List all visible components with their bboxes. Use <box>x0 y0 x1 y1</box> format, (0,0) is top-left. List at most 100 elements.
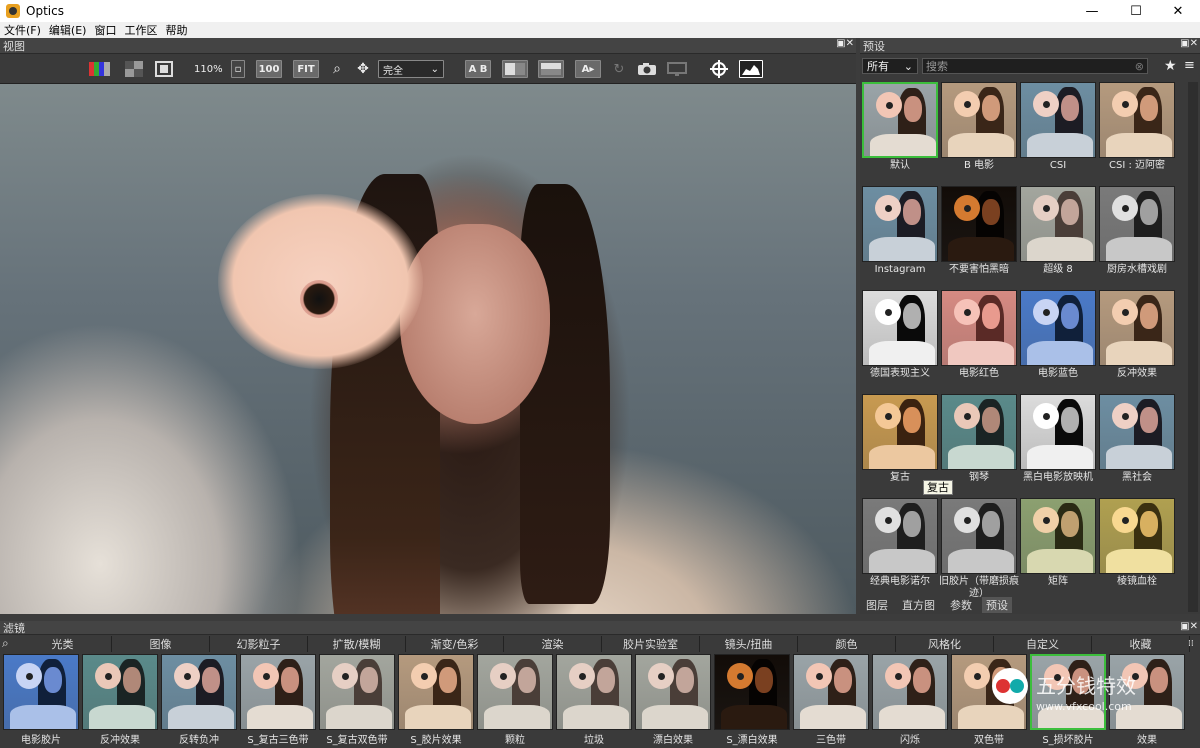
filter-thumbnail[interactable] <box>319 654 395 730</box>
menu-window[interactable]: 窗口 <box>90 22 120 38</box>
thumbnail-image <box>1021 395 1095 469</box>
filter-category-tab[interactable]: 颜色 <box>798 636 896 652</box>
filter-thumbnail[interactable] <box>398 654 474 730</box>
preset-thumbnail[interactable] <box>1099 186 1175 262</box>
title-bar: Optics — ☐ ✕ <box>0 0 1200 22</box>
menu-edit[interactable]: 编辑(E) <box>45 22 91 38</box>
split-horizontal-icon[interactable] <box>538 60 564 78</box>
favorite-star-icon[interactable]: ★ <box>1164 58 1177 74</box>
zoom-level[interactable]: 110% <box>194 60 223 78</box>
preset-thumbnail[interactable] <box>862 186 938 262</box>
checkerboard-icon[interactable] <box>124 60 144 78</box>
preset-thumbnail[interactable] <box>1020 186 1096 262</box>
thumbnail-image <box>1021 83 1095 157</box>
filter-thumbnail[interactable] <box>161 654 237 730</box>
menu-bar: 文件(F) 编辑(E) 窗口 工作区 帮助 <box>0 22 1200 38</box>
filter-thumbnail[interactable] <box>82 654 158 730</box>
preset-thumbnail[interactable] <box>1099 394 1175 470</box>
panel-float-close-icon[interactable]: ▣✕ <box>836 38 854 49</box>
text-overlay-icon[interactable]: A▸ <box>575 60 601 78</box>
preset-thumbnail[interactable] <box>941 498 1017 574</box>
filter-thumbnail[interactable] <box>714 654 790 730</box>
tab-histogram[interactable]: 直方图 <box>898 597 939 613</box>
menu-help[interactable]: 帮助 <box>161 22 191 38</box>
list-menu-icon[interactable]: ≡ <box>1184 58 1195 73</box>
split-vertical-icon[interactable] <box>502 60 528 78</box>
preset-thumbnail[interactable] <box>862 290 938 366</box>
filter-thumbnail[interactable] <box>872 654 948 730</box>
preset-thumbnail[interactable] <box>862 82 938 158</box>
maximize-button[interactable]: ☐ <box>1114 0 1158 22</box>
image-canvas[interactable] <box>0 84 856 614</box>
preset-thumbnail[interactable] <box>941 186 1017 262</box>
zoom-100-button[interactable]: 100 <box>256 60 282 78</box>
watermark-url: www.vfxcool.com <box>1036 700 1132 713</box>
filter-category-tab[interactable]: 光类 <box>14 636 112 652</box>
preset-thumbnail[interactable] <box>941 394 1017 470</box>
crosshair-icon[interactable] <box>708 60 730 78</box>
app-icon <box>6 4 20 18</box>
filter-category-tab[interactable]: 图像 <box>112 636 210 652</box>
filter-category-tab[interactable]: 风格化 <box>896 636 994 652</box>
filter-category-tab[interactable]: 幻影粒子 <box>210 636 308 652</box>
filter-thumbnail[interactable] <box>793 654 869 730</box>
color-channels-icon[interactable] <box>88 60 112 78</box>
preset-thumbnail[interactable] <box>1020 394 1096 470</box>
filter-thumbnail[interactable] <box>635 654 711 730</box>
search-icon[interactable]: ⌕ <box>328 60 346 78</box>
monitor-icon[interactable] <box>666 60 688 78</box>
preset-thumbnail[interactable] <box>1099 82 1175 158</box>
close-button[interactable]: ✕ <box>1156 0 1200 22</box>
preset-thumbnail[interactable] <box>1020 82 1096 158</box>
tab-presets[interactable]: 预设 <box>982 597 1012 613</box>
panel-float-close-icon[interactable]: ▣✕ <box>1180 621 1198 632</box>
move-icon[interactable]: ✥ <box>354 60 372 78</box>
filter-thumbnail[interactable] <box>3 654 79 730</box>
preset-category-select[interactable]: 所有 ⌄ <box>862 58 918 74</box>
minimize-button[interactable]: — <box>1070 0 1114 22</box>
filter-thumbnail[interactable] <box>240 654 316 730</box>
thumbnail-image <box>320 655 394 729</box>
tab-layers[interactable]: 图层 <box>862 597 892 613</box>
preset-thumbnail[interactable] <box>941 290 1017 366</box>
preset-thumbnail[interactable] <box>1020 290 1096 366</box>
filter-category-tab[interactable]: 渐变/色彩 <box>406 636 504 652</box>
menu-file[interactable]: 文件(F) <box>0 22 45 38</box>
preset-thumbnail[interactable] <box>862 498 938 574</box>
watermark: 五分钱特效 www.vfxcool.com <box>990 666 1170 726</box>
filter-category-tab[interactable]: 收藏 <box>1092 636 1190 652</box>
preset-search-input[interactable]: 搜索 ⊗ <box>922 58 1148 74</box>
filter-category-tab[interactable]: 镜头/扭曲 <box>700 636 798 652</box>
search-icon[interactable]: ⌕ <box>2 636 9 651</box>
preset-label: 不要害怕黑暗 <box>949 264 1009 275</box>
thumbnail-image <box>1021 291 1095 365</box>
preset-thumbnail[interactable] <box>1099 498 1175 574</box>
filter-category-tab[interactable]: 渲染 <box>504 636 602 652</box>
filter-thumbnail[interactable] <box>477 654 553 730</box>
thumbnail-image <box>4 655 78 729</box>
thumbnail-image <box>1100 499 1174 573</box>
grid-view-icon[interactable]: ⁞⁞ <box>1188 639 1194 649</box>
panel-float-close-icon[interactable]: ▣✕ <box>1180 38 1198 49</box>
clear-search-icon[interactable]: ⊗ <box>1135 60 1144 73</box>
filter-thumbnail[interactable] <box>556 654 632 730</box>
view-mode-select[interactable]: 完全 ⌄ <box>378 60 444 78</box>
histogram-icon[interactable] <box>739 60 763 78</box>
preset-thumbnail[interactable] <box>862 394 938 470</box>
preset-thumbnail[interactable] <box>1099 290 1175 366</box>
camera-icon[interactable] <box>636 60 658 78</box>
filter-category-tab[interactable]: 自定义 <box>994 636 1092 652</box>
filter-category-tab[interactable]: 扩散/模糊 <box>308 636 406 652</box>
fit-frame-icon[interactable] <box>154 60 174 78</box>
zoom-stepper[interactable]: ▫ <box>231 60 245 78</box>
filter-category-tab[interactable]: 胶片实验室 <box>602 636 700 652</box>
preset-thumbnail[interactable] <box>1020 498 1096 574</box>
tab-parameters[interactable]: 参数 <box>946 597 976 613</box>
preset-scrollbar[interactable] <box>1188 82 1198 612</box>
menu-workspace[interactable]: 工作区 <box>120 22 161 38</box>
preset-thumbnail[interactable] <box>941 82 1017 158</box>
ab-compare-button[interactable]: A B <box>465 60 491 78</box>
redo-icon[interactable]: ↻ <box>610 60 628 78</box>
presets-panel: 所有 ⌄ 搜索 ⊗ ★ ≡ 默认 B 电影 CSI CSI : 迈阿密 Inst… <box>860 54 1200 614</box>
zoom-fit-button[interactable]: FIT <box>293 60 319 78</box>
